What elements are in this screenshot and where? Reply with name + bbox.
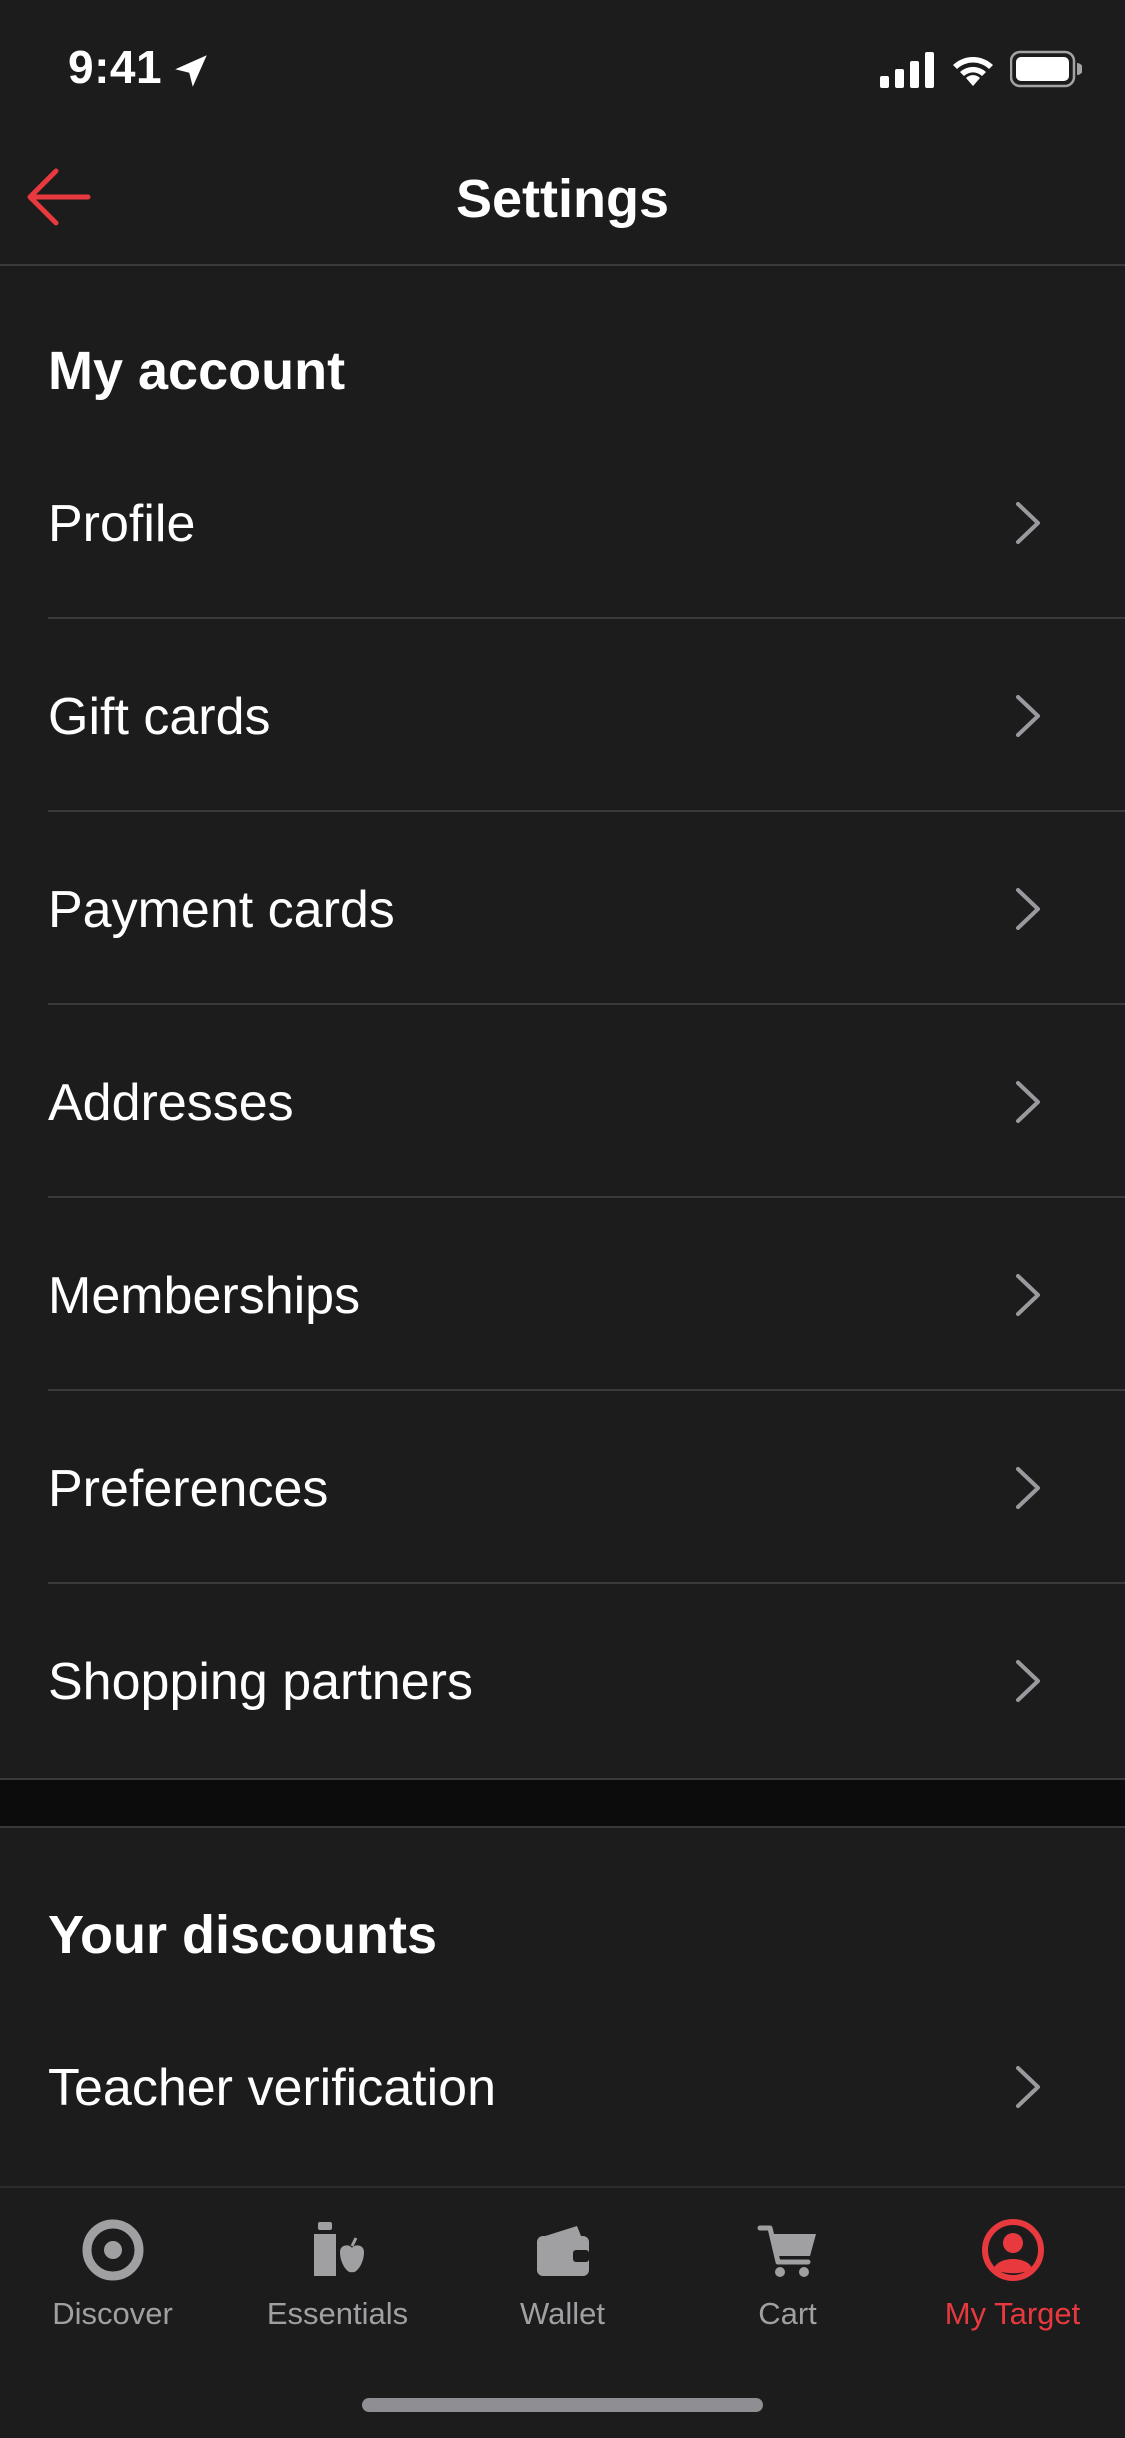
tab-my-target[interactable]: My Target xyxy=(900,2188,1125,2338)
wifi-icon xyxy=(953,57,993,86)
row-label: Payment cards xyxy=(48,881,395,939)
row-label: Memberships xyxy=(48,1267,361,1325)
row-label: Profile xyxy=(48,495,196,553)
cellular-signal-icon xyxy=(880,52,934,88)
row-label: Shopping partners xyxy=(48,1653,473,1711)
row-label: Preferences xyxy=(48,1460,329,1518)
settings-row-teacher-verification[interactable]: Teacher verification xyxy=(0,1990,1125,2183)
settings-row-payment-cards[interactable]: Payment cards xyxy=(0,812,1125,1005)
status-time: 9:41 xyxy=(68,41,163,93)
chevron-right-icon xyxy=(1016,1660,1040,1702)
battery-icon xyxy=(1010,50,1082,88)
tab-label: Discover xyxy=(52,2296,173,2331)
tab-label: My Target xyxy=(944,2296,1081,2331)
chevron-right-icon xyxy=(1016,695,1040,737)
tab-label: Wallet xyxy=(520,2296,605,2331)
target-bullseye-icon xyxy=(82,2219,143,2281)
page-title: Settings xyxy=(455,169,670,229)
settings-row-profile[interactable]: Profile xyxy=(0,426,1125,619)
settings-row-addresses[interactable]: Addresses xyxy=(0,1005,1125,1198)
status-bar: 9:41 xyxy=(0,0,1125,132)
row-label: Teacher verification xyxy=(48,2059,496,2117)
chevron-right-icon xyxy=(1016,2066,1040,2108)
settings-row-preferences[interactable]: Preferences xyxy=(0,1391,1125,1584)
tab-discover[interactable]: Discover xyxy=(0,2188,225,2338)
cart-icon xyxy=(757,2225,816,2277)
row-label: Addresses xyxy=(48,1074,294,1132)
chevron-right-icon xyxy=(1016,502,1040,544)
essentials-icon xyxy=(313,2222,364,2276)
settings-row-gift-cards[interactable]: Gift cards xyxy=(0,619,1125,812)
section-header-my-account: My account xyxy=(48,341,346,401)
chevron-right-icon xyxy=(1016,888,1040,930)
location-arrow-icon xyxy=(175,55,207,87)
settings-row-memberships[interactable]: Memberships xyxy=(0,1198,1125,1391)
tab-cart[interactable]: Cart xyxy=(675,2188,900,2338)
chevron-right-icon xyxy=(1016,1467,1040,1509)
chevron-right-icon xyxy=(1016,1274,1040,1316)
section-gap xyxy=(0,1778,1125,1828)
tab-label: Essentials xyxy=(266,2296,409,2331)
tab-label: Cart xyxy=(758,2296,817,2331)
row-label: Gift cards xyxy=(48,688,271,746)
home-indicator xyxy=(362,2398,763,2412)
section-header-your-discounts: Your discounts xyxy=(48,1905,438,1965)
tab-essentials[interactable]: Essentials xyxy=(225,2188,450,2338)
account-icon xyxy=(981,2219,1044,2281)
tab-wallet[interactable]: Wallet xyxy=(450,2188,675,2338)
navigation-bar: Settings xyxy=(0,132,1125,266)
chevron-right-icon xyxy=(1016,1081,1040,1123)
settings-row-shopping-partners[interactable]: Shopping partners xyxy=(0,1584,1125,1777)
wallet-icon xyxy=(536,2226,589,2276)
